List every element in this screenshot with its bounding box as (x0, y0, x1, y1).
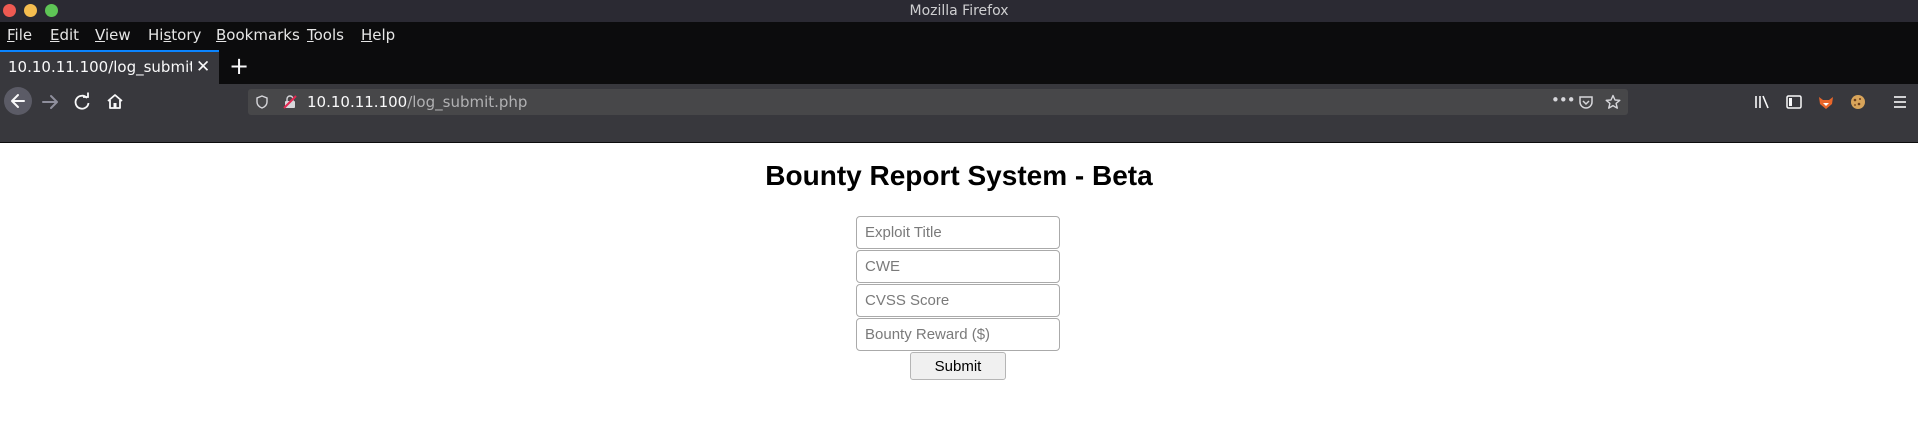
cwe-input[interactable] (856, 250, 1060, 283)
web-page: Bounty Report System - Beta Submit (0, 144, 1918, 432)
menu-bookmarks[interactable]: Bookmarks (216, 26, 300, 44)
exploit-title-input[interactable] (856, 216, 1060, 249)
menu-help[interactable]: Help (361, 26, 395, 44)
home-icon[interactable] (105, 92, 125, 112)
window-titlebar: Mozilla Firefox (0, 0, 1918, 22)
submit-button[interactable]: Submit (910, 352, 1006, 380)
menu-file[interactable]: File (7, 26, 32, 44)
new-tab-button[interactable]: + (229, 52, 249, 80)
url-text[interactable]: 10.10.11.100/log_submit.php (307, 93, 527, 111)
extension-fox-icon[interactable] (1817, 93, 1835, 111)
more-actions-icon[interactable]: ••• (1551, 91, 1576, 109)
cvss-score-input[interactable] (856, 284, 1060, 317)
insecure-lock-icon[interactable] (283, 95, 297, 109)
menu-tools[interactable]: Tools (307, 26, 344, 44)
toolbar-extension-strip (0, 119, 1918, 143)
menu-bar: File Edit View History Bookmarks Tools H… (0, 22, 1918, 48)
window-title: Mozilla Firefox (909, 3, 1009, 19)
cookie-icon[interactable] (1849, 93, 1867, 111)
pocket-icon[interactable] (1578, 94, 1594, 110)
tab-close-icon[interactable]: ✕ (196, 57, 210, 77)
page-title: Bounty Report System - Beta (765, 160, 1153, 191)
hamburger-menu-icon[interactable] (1892, 94, 1908, 110)
back-button[interactable] (4, 87, 32, 115)
url-bar[interactable]: 10.10.11.100/log_submit.php ••• (248, 89, 1628, 115)
url-path: /log_submit.php (407, 93, 528, 111)
bookmark-star-icon[interactable] (1605, 94, 1621, 110)
tab-active[interactable]: 10.10.11.100/log_submit.php ✕ (0, 50, 219, 84)
library-icon[interactable] (1754, 94, 1770, 110)
tab-strip: 10.10.11.100/log_submit.php ✕ + (0, 48, 1918, 84)
url-host: 10.10.11.100 (307, 93, 408, 111)
tab-title: 10.10.11.100/log_submit.php (8, 58, 192, 76)
menu-edit[interactable]: Edit (50, 26, 79, 44)
reload-icon[interactable] (72, 92, 92, 112)
menu-history[interactable]: History (148, 26, 201, 44)
navigation-toolbar: 10.10.11.100/log_submit.php ••• (0, 84, 1918, 119)
back-icon (11, 94, 25, 108)
shield-icon[interactable] (255, 95, 269, 109)
menu-view[interactable]: View (95, 26, 131, 44)
forward-icon[interactable] (38, 91, 62, 113)
sidebar-icon[interactable] (1786, 94, 1802, 110)
bounty-reward-input[interactable] (856, 318, 1060, 351)
